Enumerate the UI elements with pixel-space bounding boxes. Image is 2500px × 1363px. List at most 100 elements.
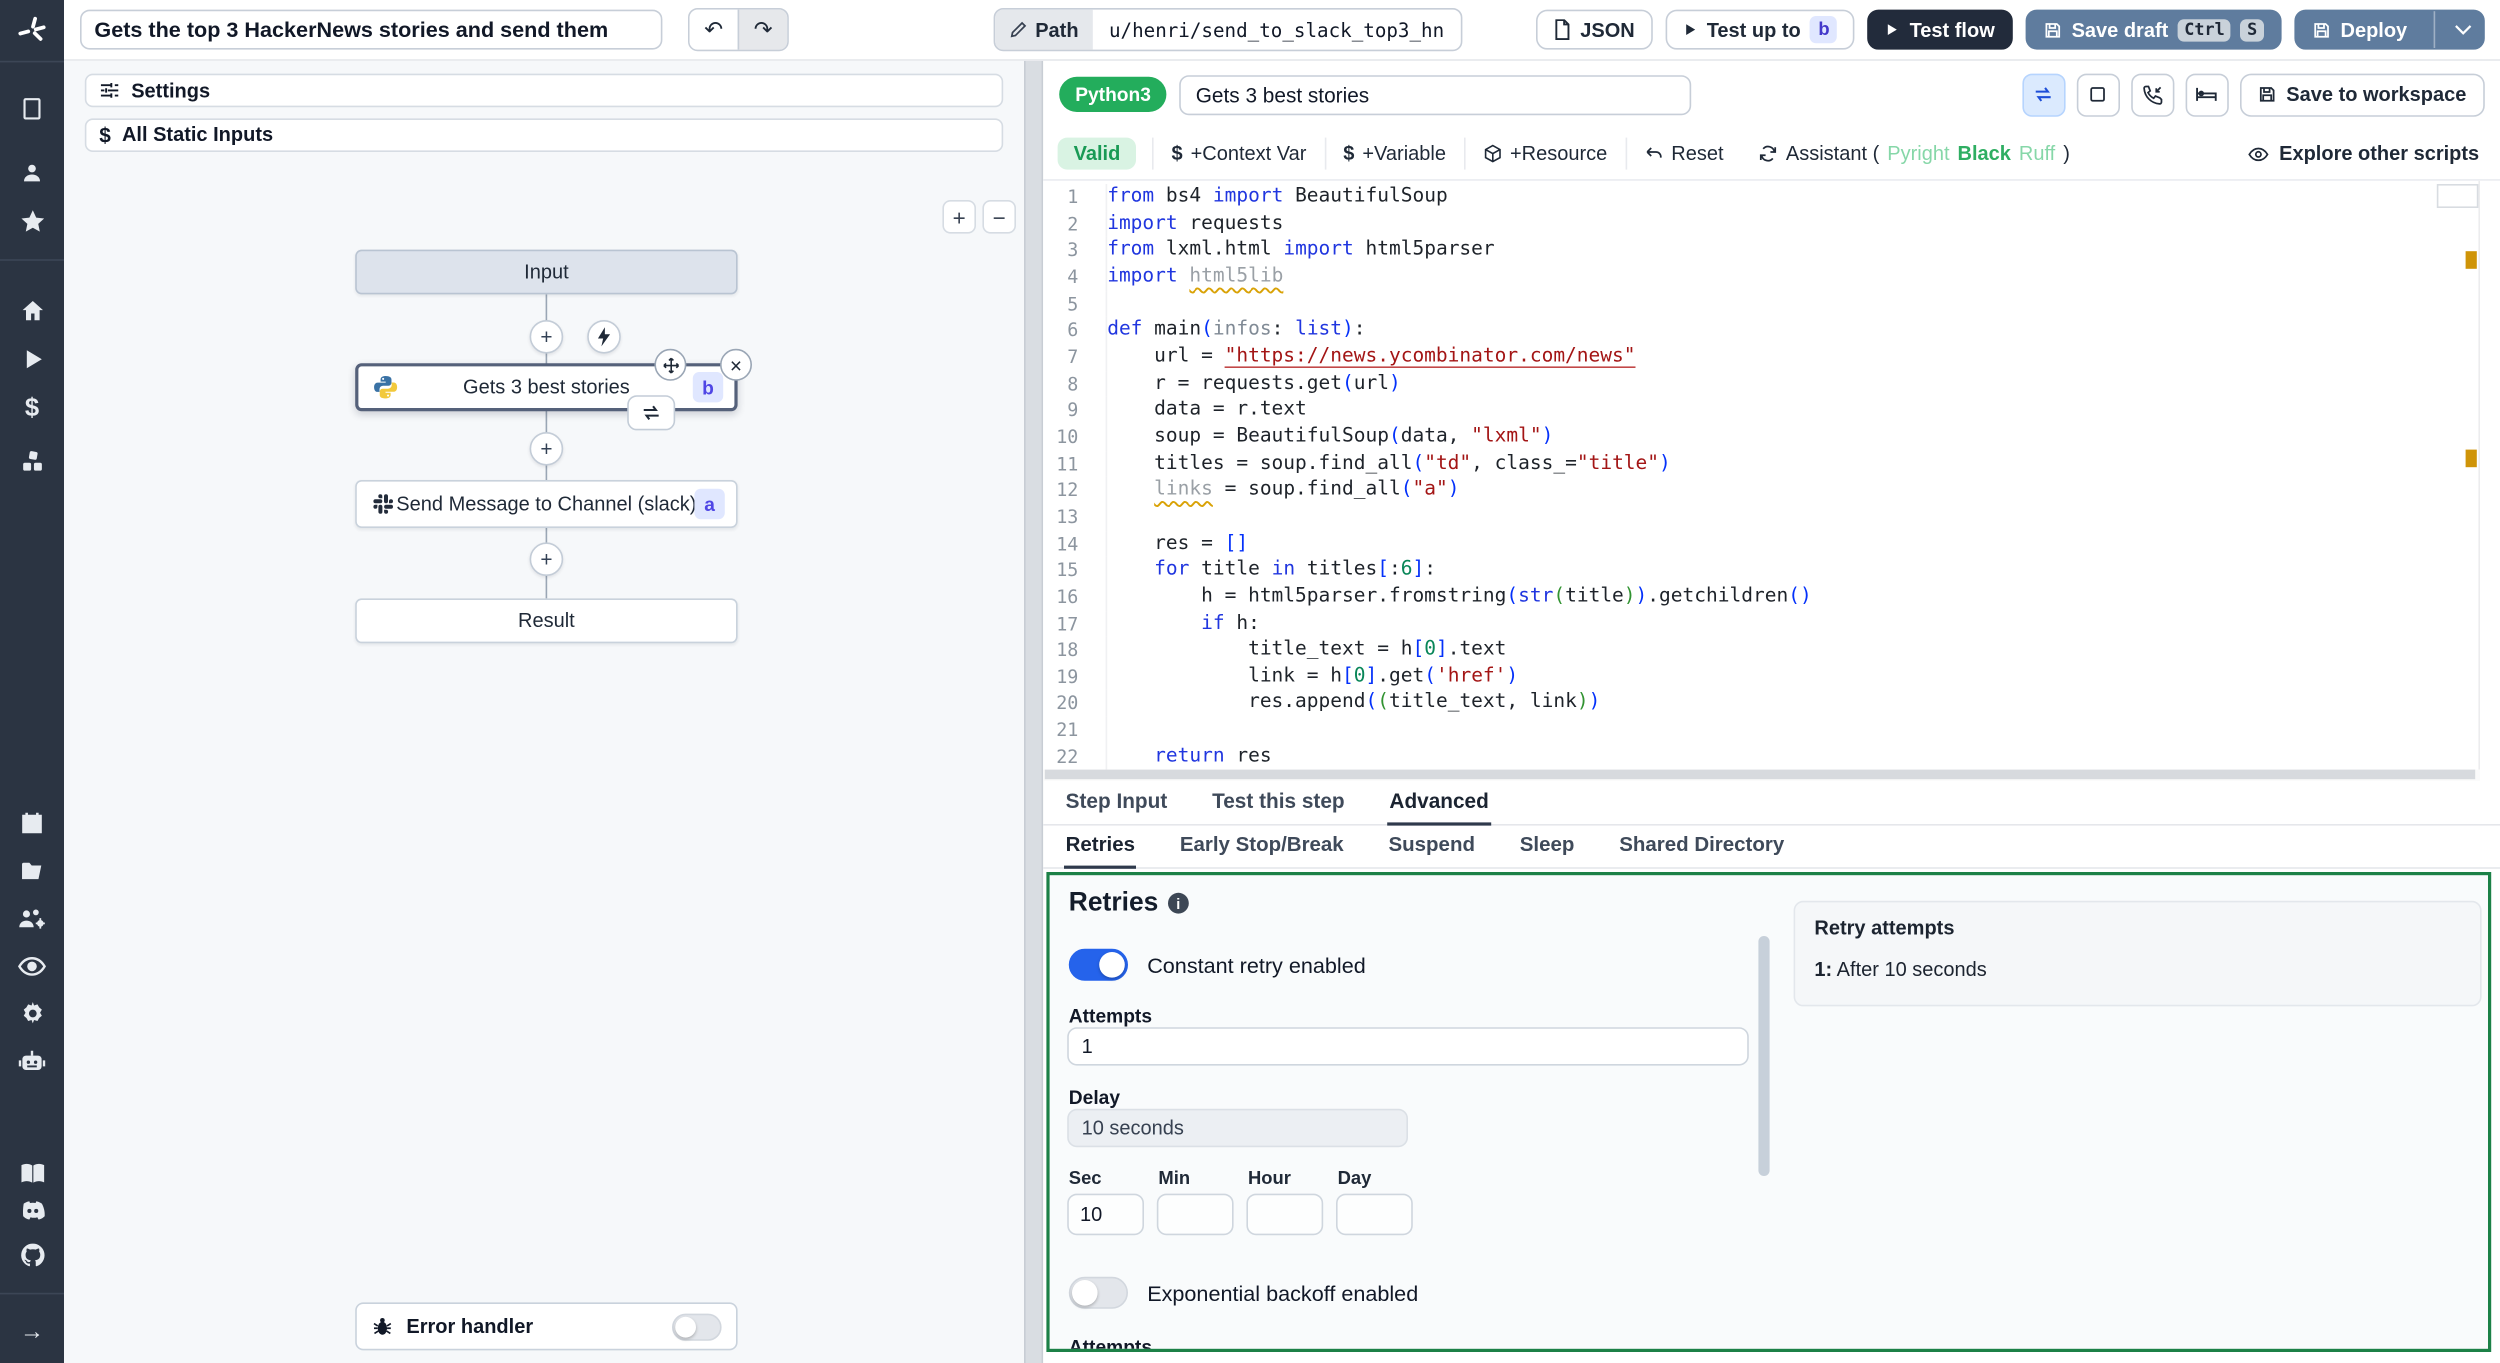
code-line[interactable]: 5 — [1043, 290, 2500, 318]
flow-node-step-a[interactable]: Send Message to Channel (slack) a — [355, 480, 738, 528]
code-line[interactable]: 12 links = soup.find_all("a") — [1043, 477, 2500, 504]
add-step-button[interactable]: + — [529, 432, 564, 466]
code-line[interactable]: 7 url = "https://news.ycombinator.com/ne… — [1043, 343, 2500, 371]
sidebar-item-runs[interactable] — [0, 339, 64, 377]
code-line[interactable]: 20 res.append((title_text, link)) — [1043, 690, 2500, 717]
json-button[interactable]: JSON — [1535, 9, 1653, 50]
sidebar-item-discord[interactable] — [0, 1190, 64, 1228]
step-name-input[interactable] — [1179, 74, 1692, 115]
sidebar-item-workspace[interactable] — [0, 90, 64, 128]
add-step-button[interactable]: + — [529, 320, 564, 354]
exponential-backoff-toggle[interactable] — [1068, 1276, 1128, 1309]
undo-button[interactable]: ↶ — [689, 9, 738, 50]
code-line[interactable]: 17 if h: — [1043, 610, 2500, 638]
path-chip[interactable]: Path — [995, 9, 1093, 50]
delay-input[interactable] — [1067, 1108, 1408, 1148]
add-resource-button[interactable]: +Resource — [1465, 128, 1625, 179]
sidebar-item-groups[interactable] — [0, 899, 64, 937]
early-stop-setting-button[interactable] — [2076, 72, 2120, 116]
code-line[interactable]: 14 res = [] — [1043, 530, 2500, 558]
test-flow-button[interactable]: Test flow — [1867, 9, 2013, 50]
sidebar-item-audit-logs[interactable] — [0, 947, 64, 985]
tab-shared-directory[interactable]: Shared Directory — [1618, 822, 1786, 867]
attempts-input[interactable] — [1067, 1027, 1749, 1066]
save-to-workspace-button[interactable]: Save to workspace — [2239, 72, 2484, 116]
sidebar-item-docs[interactable] — [0, 1154, 64, 1192]
day-input[interactable] — [1336, 1193, 1413, 1236]
code-line[interactable]: 15 for title in titles[:6]: — [1043, 557, 2500, 584]
flow-node-result[interactable]: Result — [355, 598, 738, 644]
move-node-handle[interactable] — [654, 348, 687, 381]
code-line[interactable]: 2 import requests — [1043, 210, 2500, 238]
tab-test-this-step[interactable]: Test this step — [1210, 779, 1346, 824]
code-line[interactable]: 18 title_text = h[0].text — [1043, 637, 2500, 664]
add-variable-button[interactable]: $ +Variable — [1326, 128, 1464, 179]
code-line[interactable]: 22 return res — [1043, 743, 2500, 770]
code-line[interactable]: 4 import html5lib — [1043, 263, 2500, 291]
sidebar-item-schedules[interactable] — [0, 803, 64, 841]
tab-early-stop-break[interactable]: Early Stop/Break — [1178, 822, 1345, 867]
test-up-to-button[interactable]: Test up to b — [1665, 9, 1856, 50]
redo-button[interactable]: ↷ — [737, 9, 788, 50]
delete-node-button[interactable]: × — [720, 348, 752, 381]
sec-input[interactable] — [1067, 1193, 1144, 1236]
code-editor[interactable]: 1 from bs4 import BeautifulSoup 2 import re… — [1043, 180, 2500, 770]
error-handler-bar[interactable]: Error handler — [355, 1302, 738, 1351]
constant-retry-toggle[interactable] — [1068, 948, 1128, 981]
sidebar-item-settings[interactable] — [0, 994, 64, 1032]
zoom-in-button[interactable]: + — [942, 200, 976, 234]
sidebar-item-favorites[interactable] — [0, 202, 64, 240]
reset-button[interactable]: Reset — [1626, 128, 1741, 179]
sidebar-item-home[interactable] — [0, 291, 64, 329]
code-line[interactable]: 9 data = r.text — [1043, 397, 2500, 424]
test-up-to-step-badge[interactable]: b — [1810, 16, 1838, 44]
path-value[interactable]: u/henri/send_to_slack_top3_hn — [1093, 10, 1460, 50]
add-trigger-button[interactable] — [587, 320, 621, 354]
sidebar-item-folders[interactable] — [0, 851, 64, 889]
tab-sleep[interactable]: Sleep — [1518, 822, 1576, 867]
min-input[interactable] — [1156, 1193, 1234, 1236]
tab-step-input[interactable]: Step Input — [1064, 779, 1169, 824]
error-handler-toggle[interactable] — [672, 1312, 722, 1340]
code-line[interactable]: 6 def main(infos: list): — [1043, 317, 2500, 344]
code-line[interactable]: 11 titles = soup.find_all("td", class_="… — [1043, 450, 2500, 478]
sidebar-item-user[interactable] — [0, 154, 64, 192]
flow-static-inputs-button[interactable]: $ All Static Inputs — [84, 117, 1004, 152]
tab-suspend[interactable]: Suspend — [1387, 822, 1477, 867]
deploy-dropdown-button[interactable] — [2444, 24, 2482, 35]
retries-setting-button[interactable] — [2022, 72, 2066, 116]
deploy-button[interactable]: Deploy — [2294, 9, 2484, 50]
add-step-button[interactable]: + — [529, 542, 564, 576]
suspend-setting-button[interactable] — [2131, 72, 2175, 116]
add-context-var-button[interactable]: $ +Context Var — [1154, 128, 1324, 179]
assistant-button[interactable]: Assistant (Pyright Black Ruff) — [1741, 128, 2087, 179]
code-line[interactable]: 1 from bs4 import BeautifulSoup — [1043, 184, 2500, 211]
sidebar-item-assistant[interactable] — [0, 1042, 64, 1080]
sidebar-expand-button[interactable]: → — [0, 1312, 64, 1350]
sidebar-item-variables[interactable]: $ — [0, 390, 64, 428]
code-line[interactable]: 19 link = h[0].get('href') — [1043, 663, 2500, 691]
info-icon[interactable]: i — [1167, 892, 1189, 914]
zoom-out-button[interactable]: − — [982, 200, 1016, 234]
code-line[interactable]: 21 — [1043, 717, 2500, 744]
flow-title-input[interactable] — [80, 9, 663, 50]
flow-settings-button[interactable]: Settings — [84, 73, 1004, 108]
panel-resize-handle[interactable] — [1024, 60, 1044, 1363]
retry-indicator-button[interactable] — [627, 395, 676, 431]
tab-advanced[interactable]: Advanced — [1387, 779, 1491, 826]
sidebar-item-resources[interactable] — [0, 442, 64, 480]
windmill-logo-icon[interactable] — [0, 0, 64, 61]
retries-scrollbar[interactable] — [1758, 936, 1770, 1176]
hour-input[interactable] — [1246, 1193, 1324, 1236]
flow-node-input[interactable]: Input — [355, 249, 738, 295]
code-line[interactable]: 3 from lxml.html import html5parser — [1043, 237, 2500, 264]
code-line[interactable]: 8 r = requests.get(url) — [1043, 370, 2500, 398]
path-box[interactable]: Path u/henri/send_to_slack_top3_hn — [993, 8, 1462, 52]
editor-overview-ruler[interactable] — [2464, 180, 2500, 770]
explore-other-scripts-button[interactable]: Explore other scripts — [2249, 142, 2500, 165]
code-line[interactable]: 16 h = html5parser.fromstring(str(title)… — [1043, 583, 2500, 611]
sleep-setting-button[interactable] — [2185, 72, 2229, 116]
code-line[interactable]: 10 soup = BeautifulSoup(data, "lxml") — [1043, 423, 2500, 451]
save-draft-button[interactable]: Save draft Ctrl S — [2025, 9, 2282, 50]
code-line[interactable]: 13 — [1043, 503, 2500, 531]
